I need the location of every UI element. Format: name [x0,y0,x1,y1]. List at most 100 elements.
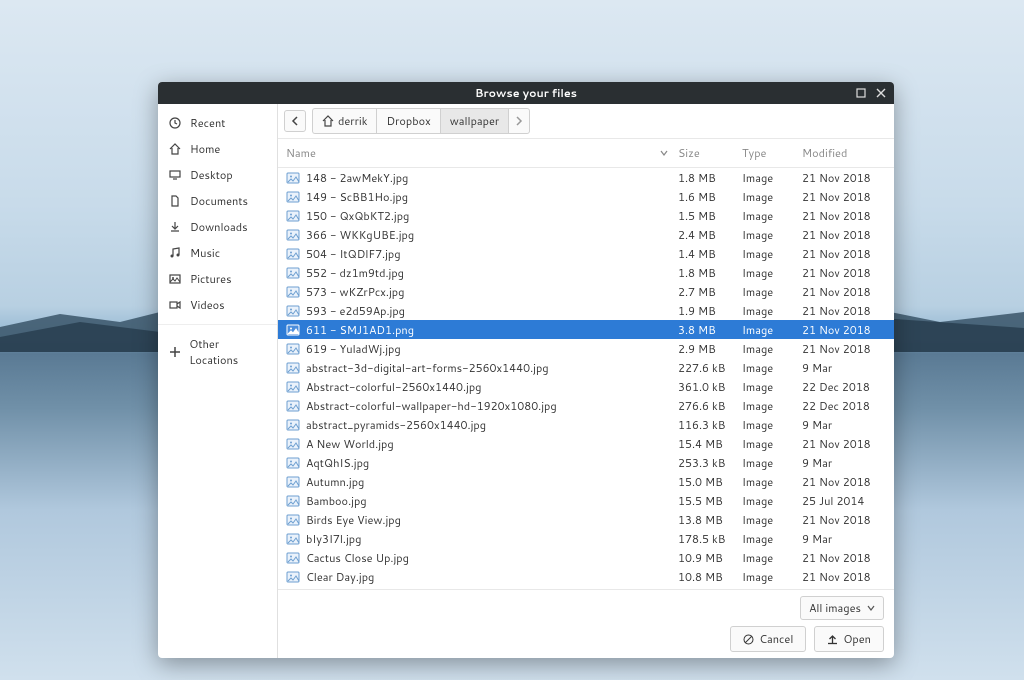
file-modified: 21 Nov 2018 [802,227,886,243]
sidebar-item-videos[interactable]: Videos [158,292,277,318]
sidebar-item-documents[interactable]: Documents [158,188,277,214]
file-row[interactable]: Birds Eye View.jpg13.8 MBImage21 Nov 201… [278,510,894,529]
sidebar-label: Desktop [190,167,233,183]
file-size: 1.8 MB [678,265,742,281]
sidebar-label: Other Locations [189,336,267,368]
image-file-icon [286,209,300,223]
image-file-icon [286,304,300,318]
file-row[interactable]: 619 - YuladWj.jpg2.9 MBImage21 Nov 2018 [278,339,894,358]
file-type: Image [742,455,802,471]
file-row[interactable]: abstract-3d-digital-art-forms-2560x1440.… [278,358,894,377]
file-type: Image [742,493,802,509]
file-size: 1.4 MB [678,246,742,262]
file-type: Image [742,512,802,528]
breadcrumb-dropbox[interactable]: Dropbox [376,108,439,134]
file-name: 552 - dz1m9td.jpg [306,265,404,281]
file-chooser-window: Browse your files RecentHome Desktop Docum… [158,82,894,658]
sidebar-item-recent[interactable]: Recent [158,110,277,136]
column-name[interactable]: Name [286,145,678,161]
file-row[interactable]: 148 - 2awMekY.jpg1.8 MBImage21 Nov 2018 [278,168,894,187]
filter-dropdown[interactable]: All images [800,596,884,620]
sidebar-item-pictures[interactable]: Pictures [158,266,277,292]
file-name: Bamboo.jpg [306,493,367,509]
home-icon [322,115,334,127]
file-row[interactable]: 552 - dz1m9td.jpg1.8 MBImage21 Nov 2018 [278,263,894,282]
file-row[interactable]: 150 - QxQbKT2.jpg1.5 MBImage21 Nov 2018 [278,206,894,225]
file-type: Image [742,322,802,338]
sidebar-item-downloads[interactable]: Downloads [158,214,277,240]
file-list[interactable]: 148 - 2awMekY.jpg1.8 MBImage21 Nov 20181… [278,168,894,589]
file-row[interactable]: 149 - ScBB1Ho.jpg1.6 MBImage21 Nov 2018 [278,187,894,206]
maximize-button[interactable] [854,86,868,100]
file-size: 2.9 MB [678,341,742,357]
file-row[interactable]: Cactus Close Up.jpg10.9 MBImage21 Nov 20… [278,548,894,567]
sidebar-item-desktop[interactable]: Desktop [158,162,277,188]
file-name: 366 - WKKgUBE.jpg [306,227,414,243]
file-row[interactable]: abstract_pyramids-2560x1440.jpg116.3 kBI… [278,415,894,434]
file-row[interactable]: A New World.jpg15.4 MBImage21 Nov 2018 [278,434,894,453]
file-modified: 22 Dec 2018 [802,398,886,414]
image-file-icon [286,380,300,394]
file-row[interactable]: Abstract-colorful-2560x1440.jpg361.0 kBI… [278,377,894,396]
file-row[interactable]: 504 - ItQDlF7.jpg1.4 MBImage21 Nov 2018 [278,244,894,263]
breadcrumb-derrik[interactable]: derrik [312,108,376,134]
file-size: 15.4 MB [678,436,742,452]
cancel-icon [743,634,754,645]
breadcrumb-forward[interactable] [508,108,530,134]
image-file-icon [286,513,300,527]
file-row[interactable]: 573 - wKZrPcx.jpg2.7 MBImage21 Nov 2018 [278,282,894,301]
file-name: abstract_pyramids-2560x1440.jpg [306,417,486,433]
music-icon [168,247,182,259]
file-modified: 21 Nov 2018 [802,265,886,281]
path-bar: derrik Dropbox wallpaper [278,104,894,139]
file-row[interactable]: 366 - WKKgUBE.jpg2.4 MBImage21 Nov 2018 [278,225,894,244]
column-size[interactable]: Size [678,145,742,161]
sidebar-item-home[interactable]: Home [158,136,277,162]
column-type[interactable]: Type [742,145,802,161]
file-type: Image [742,436,802,452]
image-file-icon [286,532,300,546]
file-row[interactable]: 593 - e2d59Ap.jpg1.9 MBImage21 Nov 2018 [278,301,894,320]
file-size: 3.8 MB [678,322,742,338]
file-row[interactable]: Clear Day.jpg10.8 MBImage21 Nov 2018 [278,567,894,586]
file-row[interactable]: Autumn.jpg15.0 MBImage21 Nov 2018 [278,472,894,491]
breadcrumb-label: derrik [338,113,367,129]
file-type: Image [742,189,802,205]
file-row[interactable]: DYm1aqo.jpg508.5 kBImage9 Mar [278,586,894,589]
image-file-icon [286,589,300,590]
desktop-icon [168,169,182,181]
file-name: Abstract-colorful-wallpaper-hd-1920x1080… [306,398,557,414]
file-size: 178.5 kB [678,531,742,547]
file-row[interactable]: 611 - SMJ1AD1.png3.8 MBImage21 Nov 2018 [278,320,894,339]
file-name: 611 - SMJ1AD1.png [306,322,414,338]
image-file-icon [286,247,300,261]
file-row[interactable]: AqtQhIS.jpg253.3 kBImage9 Mar [278,453,894,472]
window-title: Browse your files [475,85,577,101]
file-name: Birds Eye View.jpg [306,512,401,528]
sidebar-item-music[interactable]: Music [158,240,277,266]
file-modified: 21 Nov 2018 [802,569,886,585]
sidebar-other-locations[interactable]: Other Locations [158,331,277,373]
file-row[interactable]: Bamboo.jpg15.5 MBImage25 Jul 2014 [278,491,894,510]
column-headers: Name Size Type Modified [278,139,894,168]
file-row[interactable]: bIy3I7l.jpg178.5 kBImage9 Mar [278,529,894,548]
file-size: 2.4 MB [678,227,742,243]
sidebar-label: Music [190,245,220,261]
breadcrumb-wallpaper[interactable]: wallpaper [440,108,508,134]
file-size: 361.0 kB [678,379,742,395]
file-modified: 25 Jul 2014 [802,493,886,509]
breadcrumb-label: Dropbox [386,113,430,129]
file-size: 1.6 MB [678,189,742,205]
file-row[interactable]: Abstract-colorful-wallpaper-hd-1920x1080… [278,396,894,415]
chevron-right-icon [515,116,523,126]
home-icon [168,143,182,155]
column-modified[interactable]: Modified [802,145,886,161]
close-button[interactable] [874,86,888,100]
file-name: 148 - 2awMekY.jpg [306,170,408,186]
breadcrumb-label: wallpaper [450,113,499,129]
open-button[interactable]: Open [814,626,884,652]
file-type: Image [742,360,802,376]
back-button[interactable] [284,110,306,132]
cancel-button[interactable]: Cancel [730,626,806,652]
file-name: 593 - e2d59Ap.jpg [306,303,405,319]
